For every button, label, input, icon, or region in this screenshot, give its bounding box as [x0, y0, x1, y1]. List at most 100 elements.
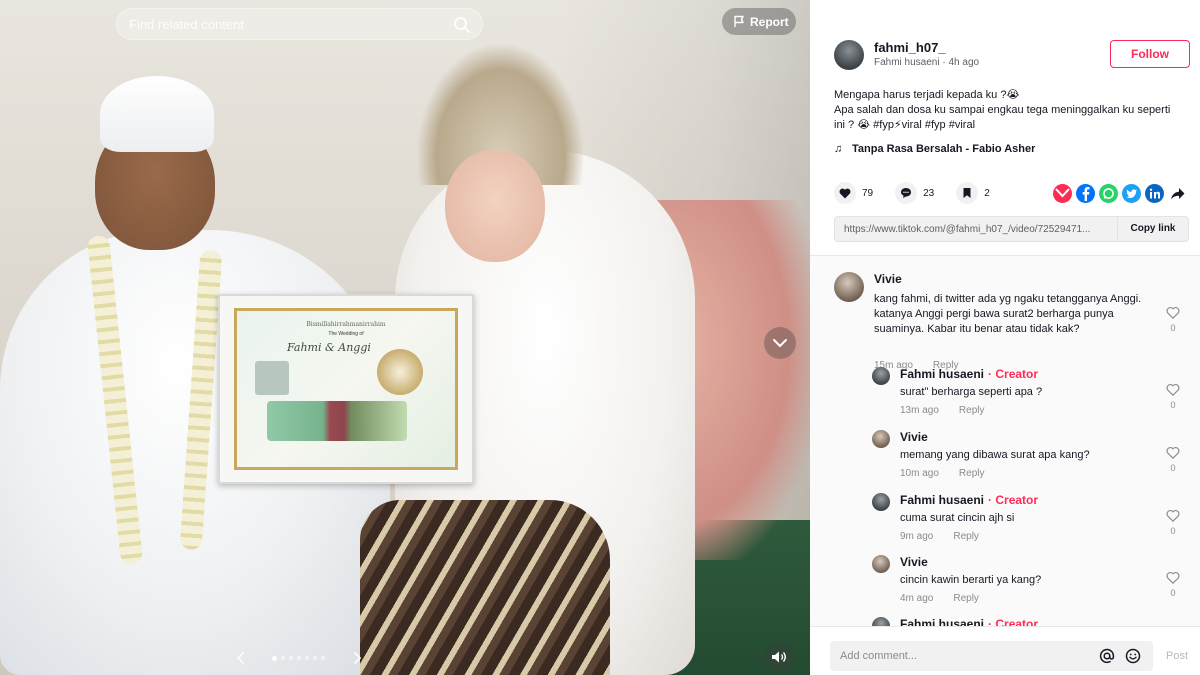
carousel-dots [272, 655, 325, 661]
comment-like-count: 0 [1170, 463, 1176, 473]
share-arrow-icon[interactable] [1168, 184, 1187, 203]
commenter-avatar[interactable] [872, 493, 890, 511]
commenter-name[interactable]: Fahmi husaeni · Creator [900, 493, 1038, 507]
chevron-left-icon[interactable] [234, 650, 248, 666]
certificate-heading: Bismillahirrahmanirrahim [306, 321, 386, 328]
music-note-icon: ♫ [834, 143, 843, 155]
chevron-right-icon[interactable] [350, 650, 364, 666]
engagement-stats: 79 23 2 [834, 182, 1012, 204]
caption-line-1: Mengapa harus terjadi kepada ku ?😭 [834, 89, 1020, 101]
volume-icon [772, 651, 786, 663]
commenter-name[interactable]: Fahmi husaeni · Creator [900, 367, 1038, 381]
comment-text: surat" berharga seperti apa ? [900, 386, 1043, 398]
emoji-icon[interactable] [1125, 648, 1141, 664]
report-label: Report [750, 15, 789, 29]
creator-badge: · Creator [988, 493, 1039, 507]
comment-time: 9m ago [900, 531, 934, 542]
commenter-name-text: Vivie [900, 430, 928, 444]
follow-button[interactable]: Follow [1110, 40, 1190, 68]
carousel-dot[interactable] [289, 656, 293, 660]
bride-face [445, 150, 545, 262]
report-button[interactable]: Report [722, 8, 796, 35]
comment-like-icon[interactable] [1166, 306, 1180, 320]
save-stat[interactable]: 2 [956, 182, 990, 204]
reply-button[interactable]: Reply [953, 593, 979, 604]
comment-text: cuma surat cincin ajh si [900, 512, 1015, 524]
certificate-photo [255, 361, 289, 395]
reply-button[interactable]: Reply [959, 468, 985, 479]
next-video-button[interactable] [764, 327, 796, 359]
share-icons [1053, 184, 1187, 203]
carousel-dot[interactable] [305, 656, 309, 660]
video-link-url[interactable]: https://www.tiktok.com/@fahmi_h07_/video… [844, 224, 1116, 235]
commenter-name[interactable]: Fahmi husaeni · Creator [900, 617, 1038, 626]
mention-icon[interactable] [1099, 648, 1115, 664]
commenter-name[interactable]: Vivie [900, 555, 928, 569]
reply-button[interactable]: Reply [959, 405, 985, 416]
comments-list[interactable]: Vivie kang fahmi, di twitter ada yg ngaku… [810, 256, 1200, 626]
carousel-dot[interactable] [281, 656, 285, 660]
comment-meta: 10m ago Reply [900, 468, 985, 479]
reply-button[interactable]: Reply [953, 531, 979, 542]
commenter-name-text: Fahmi husaeni [900, 367, 985, 381]
like-count: 79 [862, 187, 874, 199]
facebook-icon[interactable] [1076, 184, 1095, 203]
commenter-avatar[interactable] [872, 430, 890, 448]
comment-text: memang yang dibawa surat apa kang? [900, 449, 1090, 461]
details-panel: fahmi_h07_ Fahmi husaeni · 4h ago Follow… [810, 0, 1200, 675]
carousel-dot[interactable] [321, 656, 325, 660]
post-button[interactable]: Post [1166, 650, 1188, 662]
like-stat[interactable]: 79 [834, 182, 873, 204]
comment-like-icon[interactable] [1166, 509, 1180, 523]
comment-stat[interactable]: 23 [895, 182, 934, 204]
video-caption: Mengapa harus terjadi kepada ku ?😭 Apa s… [834, 88, 1184, 133]
commenter-name-text: Fahmi husaeni [900, 617, 985, 626]
author-avatar[interactable] [834, 40, 864, 70]
commenter-name[interactable]: Vivie [874, 272, 902, 286]
author-username[interactable]: fahmi_h07_ [874, 40, 946, 55]
comment-meta: 9m ago Reply [900, 531, 979, 542]
carousel-dot[interactable] [272, 655, 277, 661]
comment-input[interactable]: Add comment... [830, 641, 1153, 671]
marriage-certificate-frame: Bismillahirrahmanirrahim The Wedding of … [218, 294, 474, 484]
twitter-icon[interactable] [1122, 184, 1141, 203]
search-bar[interactable]: Find related content [116, 8, 483, 40]
certificate-dowry [267, 401, 407, 441]
search-input[interactable]: Find related content [129, 17, 244, 32]
music-title: Tanpa Rasa Bersalah - Fabio Asher [852, 143, 1036, 155]
copy-link-button[interactable]: Copy link [1117, 217, 1188, 241]
commenter-name-text: Vivie [900, 555, 928, 569]
carousel-dot[interactable] [297, 656, 301, 660]
creator-badge: · Creator [988, 617, 1039, 626]
linkedin-icon[interactable] [1145, 184, 1164, 203]
carousel-dot[interactable] [313, 656, 317, 660]
comment-text: cincin kawin berarti ya kang? [900, 574, 1042, 586]
embed-icon[interactable] [1053, 184, 1072, 203]
comment-meta: 13m ago Reply [900, 405, 985, 416]
whatsapp-icon[interactable] [1099, 184, 1118, 203]
post-time: 4h ago [948, 57, 980, 68]
caption-line-2: Apa salah dan dosa ku sampai engkau tega… [834, 104, 1171, 131]
commenter-avatar[interactable] [872, 367, 890, 385]
chevron-down-icon [773, 339, 787, 347]
batik-skirt [360, 500, 610, 675]
author-meta: Fahmi husaeni · 4h ago [874, 57, 979, 68]
comment-like-icon[interactable] [1166, 571, 1180, 585]
comment-like-icon[interactable] [1166, 383, 1180, 397]
comment-like-icon[interactable] [1166, 446, 1180, 460]
music-link[interactable]: ♫ Tanpa Rasa Bersalah - Fabio Asher [834, 143, 1035, 155]
commenter-name[interactable]: Vivie [900, 430, 928, 444]
bookmark-icon [963, 188, 971, 198]
comment-time: 13m ago [900, 405, 939, 416]
commenter-avatar[interactable] [872, 555, 890, 573]
certificate-names: Fahmi & Anggi [287, 341, 371, 354]
commenter-avatar[interactable] [872, 617, 890, 626]
video-media[interactable]: Bismillahirrahmanirrahim The Wedding of … [0, 0, 810, 675]
volume-button[interactable] [764, 642, 794, 672]
search-icon[interactable] [452, 15, 472, 35]
comment-icon [901, 188, 912, 198]
comment-meta: 4m ago Reply [900, 593, 979, 604]
commenter-avatar[interactable] [834, 272, 864, 302]
heart-icon [839, 188, 851, 198]
comment-count: 23 [923, 187, 935, 199]
